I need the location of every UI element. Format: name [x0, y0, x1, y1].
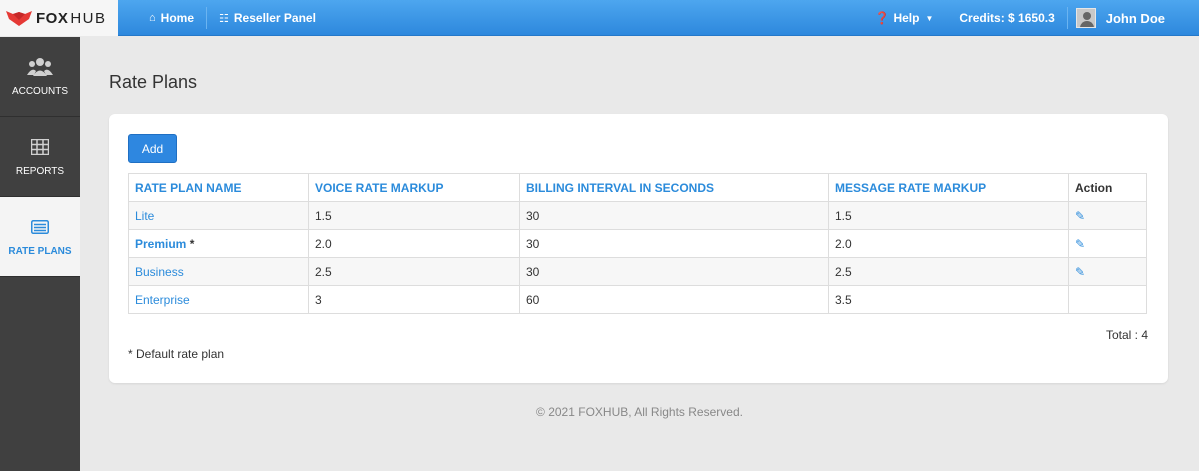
- sidebar-item-accounts[interactable]: ACCOUNTS: [0, 37, 80, 117]
- rate-plan-link[interactable]: Business: [135, 265, 184, 279]
- voice-rate-cell: 1.5: [308, 201, 520, 230]
- billing-interval-cell: 30: [519, 201, 829, 230]
- action-cell-empty: [1068, 285, 1147, 314]
- sidebar: ACCOUNTS REPORTS RATE PLANS: [0, 37, 80, 471]
- users-icon: [27, 56, 53, 78]
- rate-plan-link[interactable]: Premium: [135, 237, 186, 251]
- brand-name-light: HUB: [70, 9, 107, 27]
- edit-icon[interactable]: ✎: [1075, 209, 1085, 223]
- message-rate-cell: 1.5: [828, 201, 1069, 230]
- column-header-message-rate-markup[interactable]: MESSAGE RATE MARKUP: [828, 173, 1069, 202]
- billing-interval-cell: 30: [519, 229, 829, 258]
- table-row: Premium * 2.0 30 2.0 ✎: [128, 229, 1147, 258]
- table-row: Enterprise 3 60 3.5: [128, 285, 1147, 314]
- table-icon: [31, 136, 49, 158]
- credits-balance[interactable]: Credits: $ 1650.3: [947, 11, 1066, 25]
- rate-plans-table: RATE PLAN NAME VOICE RATE MARKUP BILLING…: [128, 173, 1147, 314]
- message-rate-cell: 2.5: [828, 257, 1069, 286]
- default-marker: *: [189, 236, 195, 251]
- table-header-row: RATE PLAN NAME VOICE RATE MARKUP BILLING…: [128, 173, 1147, 202]
- add-button[interactable]: Add: [128, 134, 177, 163]
- table-row: Lite 1.5 30 1.5 ✎: [128, 201, 1147, 230]
- sidebar-item-reports[interactable]: REPORTS: [0, 117, 80, 197]
- total-count: Total : 4: [1105, 328, 1148, 342]
- voice-rate-cell: 3: [308, 285, 520, 314]
- sidebar-item-rate-plans[interactable]: RATE PLANS: [0, 197, 80, 277]
- sidebar-item-label: ACCOUNTS: [11, 86, 69, 97]
- voice-rate-cell: 2.5: [308, 257, 520, 286]
- top-navbar: FOX HUB ⌂ Home ☷ Reseller Panel ❓ Help ▼…: [0, 0, 1199, 36]
- nav-reseller-label: Reseller Panel: [233, 11, 316, 25]
- brand-logo[interactable]: FOX HUB: [0, 0, 118, 36]
- page-footer: © 2021 FOXHUB, All Rights Reserved.: [536, 405, 743, 419]
- sidebar-item-label: REPORTS: [15, 166, 65, 177]
- message-rate-cell: 3.5: [828, 285, 1069, 314]
- edit-icon[interactable]: ✎: [1075, 237, 1085, 251]
- rate-plans-panel: Add RATE PLAN NAME VOICE RATE MARKUP BIL…: [109, 114, 1168, 383]
- column-header-rate-plan-name[interactable]: RATE PLAN NAME: [128, 173, 309, 202]
- caret-down-icon: ▼: [925, 13, 934, 23]
- page-title: Rate Plans: [109, 72, 198, 92]
- column-header-billing-interval[interactable]: BILLING INTERVAL IN SECONDS: [519, 173, 829, 202]
- fox-logo-icon: [6, 11, 32, 26]
- nav-divider-right: [1066, 7, 1068, 29]
- table-row: Business 2.5 30 2.5 ✎: [128, 257, 1147, 286]
- help-label: Help: [893, 11, 920, 25]
- question-circle-icon: ❓: [874, 11, 890, 25]
- rate-plan-link[interactable]: Enterprise: [135, 293, 190, 307]
- help-dropdown[interactable]: ❓ Help ▼: [860, 11, 947, 25]
- rate-plan-link[interactable]: Lite: [135, 209, 154, 223]
- column-header-voice-rate-markup[interactable]: VOICE RATE MARKUP: [308, 173, 520, 202]
- brand-name-bold: FOX: [36, 9, 69, 27]
- nav-reseller-panel[interactable]: ☷ Reseller Panel: [207, 0, 328, 36]
- home-icon: ⌂: [149, 12, 156, 24]
- nav-home[interactable]: ⌂ Home: [137, 0, 206, 36]
- column-header-action: Action: [1068, 173, 1147, 202]
- sidebar-item-label: RATE PLANS: [8, 246, 72, 257]
- user-avatar[interactable]: [1075, 8, 1096, 28]
- rate-plans-icon: [31, 216, 49, 238]
- voice-rate-cell: 2.0: [308, 229, 520, 258]
- sitemap-icon: ☷: [219, 12, 229, 25]
- billing-interval-cell: 30: [519, 257, 829, 286]
- message-rate-cell: 2.0: [828, 229, 1069, 258]
- edit-icon[interactable]: ✎: [1075, 265, 1085, 279]
- nav-home-label: Home: [160, 11, 194, 25]
- default-plan-footnote: * Default rate plan: [128, 347, 225, 361]
- user-name[interactable]: John Doe: [1106, 11, 1199, 26]
- billing-interval-cell: 60: [519, 285, 829, 314]
